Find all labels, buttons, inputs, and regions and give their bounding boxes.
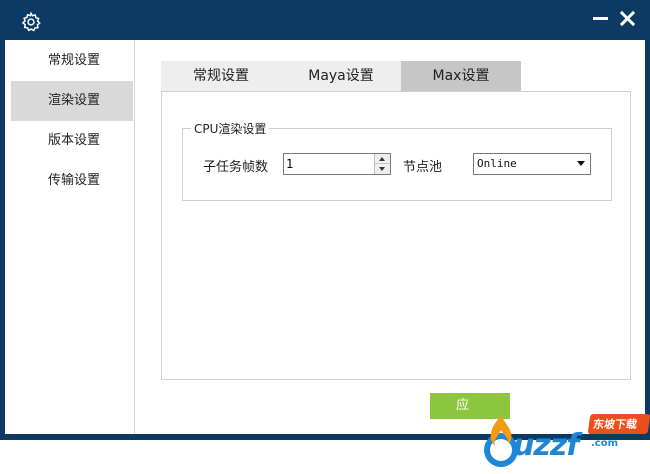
sidebar-item-label: 传输设置 [48,173,101,188]
sidebar: 常规设置 渲染设置 版本设置 传输设置 [5,40,135,434]
settings-window: 常规设置 渲染设置 版本设置 传输设置 常规设置 Maya设置 Max设置 CP… [0,0,650,467]
client-area: 常规设置 渲染设置 版本设置 传输设置 常规设置 Maya设置 Max设置 CP… [5,40,650,467]
sidebar-item-label: 版本设置 [48,133,101,148]
watermark-tag-text: 东坡下载 [592,418,638,431]
node-pool-label: 节点池 [403,160,443,175]
minimize-button[interactable] [590,8,612,30]
close-icon [619,10,636,27]
tab-label: Maya设置 [308,68,374,84]
watermark-tag: 东坡下载 [587,414,650,434]
gear-icon [21,11,41,32]
sidebar-item-render[interactable]: 渲染设置 [11,81,133,121]
subtask-frames-label: 子任务帧数 [203,160,269,175]
tab-maya[interactable]: Maya设置 [281,61,401,92]
sidebar-item-general[interactable]: 常规设置 [11,41,133,81]
arrow-down-icon [379,167,385,171]
tab-panel-max: CPU渲染设置 子任务帧数 节点池 Online [161,91,631,380]
cpu-render-group: CPU渲染设置 子任务帧数 节点池 Online [182,120,612,201]
apply-button-label: 应 [456,398,470,413]
sidebar-item-transfer[interactable]: 传输设置 [11,161,133,201]
stepper-up-button[interactable] [375,154,390,164]
tab-strip: 常规设置 Maya设置 Max设置 [161,61,631,92]
node-pool-select[interactable]: Online [473,153,591,175]
close-button[interactable] [617,8,639,30]
tab-general[interactable]: 常规设置 [161,61,281,92]
title-bar[interactable] [0,0,650,40]
tab-label: Max设置 [432,68,490,84]
subtask-frames-input[interactable] [286,155,372,173]
group-legend: CPU渲染设置 [191,120,270,137]
stepper-buttons [374,154,390,174]
sidebar-item-label: 常规设置 [48,53,101,68]
watermark-logo: uzzf 东坡下载 .com [479,410,650,474]
tab-max[interactable]: Max设置 [401,61,521,92]
minimize-icon [593,17,608,20]
subtask-frames-stepper[interactable] [283,153,391,175]
sidebar-item-version[interactable]: 版本设置 [11,121,133,161]
chevron-down-icon [577,161,585,166]
sidebar-item-label: 渲染设置 [48,93,101,108]
tab-label: 常规设置 [193,68,249,84]
arrow-up-icon [379,157,385,161]
watermark-brand: uzzf [513,428,579,463]
stepper-down-button[interactable] [375,164,390,174]
node-pool-value: Online [477,157,517,170]
